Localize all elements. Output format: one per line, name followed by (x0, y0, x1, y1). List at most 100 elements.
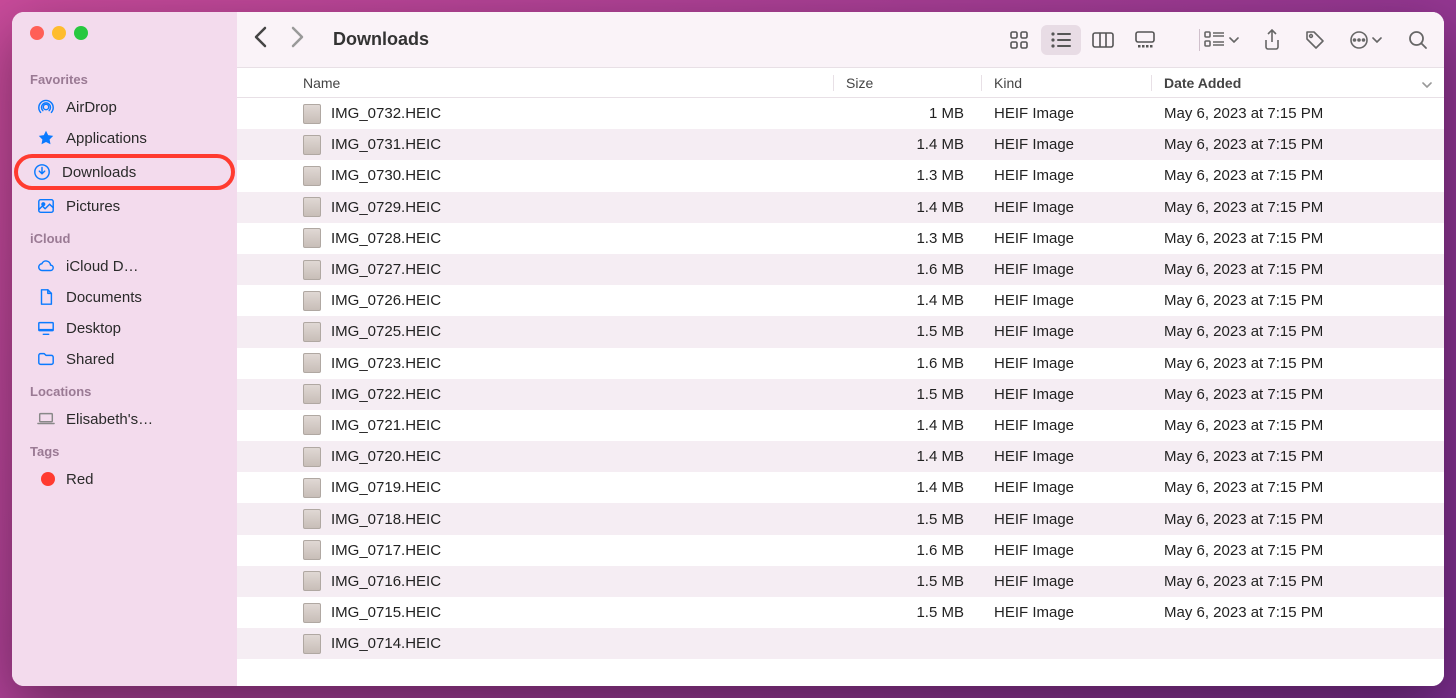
file-row[interactable]: IMG_0716.HEIC 1.5 MB HEIF Image May 6, 2… (237, 566, 1444, 597)
shared-icon (36, 349, 56, 369)
file-size: 1.4 MB (834, 292, 982, 309)
file-date: May 6, 2023 at 7:15 PM (1152, 355, 1444, 372)
sidebar-item-shared[interactable]: Shared (18, 344, 231, 374)
column-view-button[interactable] (1083, 25, 1123, 55)
file-name: IMG_0718.HEIC (331, 511, 441, 528)
file-size: 1.6 MB (834, 355, 982, 372)
window-controls (12, 26, 237, 62)
sidebar-section-title: Favorites (12, 68, 237, 91)
file-date: May 6, 2023 at 7:15 PM (1152, 511, 1444, 528)
file-row[interactable]: IMG_0722.HEIC 1.5 MB HEIF Image May 6, 2… (237, 379, 1444, 410)
file-thumbnail-icon (303, 415, 321, 435)
file-thumbnail-icon (303, 353, 321, 373)
file-size: 1.4 MB (834, 448, 982, 465)
file-thumbnail-icon (303, 540, 321, 560)
sidebar-item-icloudd[interactable]: iCloud D… (18, 251, 231, 281)
file-row[interactable]: IMG_0726.HEIC 1.4 MB HEIF Image May 6, 2… (237, 285, 1444, 316)
sidebar-item-label: AirDrop (66, 99, 117, 116)
search-button[interactable] (1408, 30, 1428, 50)
file-date: May 6, 2023 at 7:15 PM (1152, 167, 1444, 184)
minimize-button[interactable] (52, 26, 66, 40)
file-kind: HEIF Image (982, 355, 1152, 372)
file-row[interactable]: IMG_0732.HEIC 1 MB HEIF Image May 6, 202… (237, 98, 1444, 129)
toolbar: Downloads (237, 12, 1444, 68)
back-button[interactable] (253, 26, 267, 53)
file-thumbnail-icon (303, 197, 321, 217)
sidebar-item-desktop[interactable]: Desktop (18, 313, 231, 343)
file-size: 1.4 MB (834, 479, 982, 496)
file-kind: HEIF Image (982, 230, 1152, 247)
file-thumbnail-icon (303, 166, 321, 186)
file-row[interactable]: IMG_0715.HEIC 1.5 MB HEIF Image May 6, 2… (237, 597, 1444, 628)
file-date: May 6, 2023 at 7:15 PM (1152, 542, 1444, 559)
sidebar-item-red[interactable]: Red (18, 464, 231, 494)
file-row[interactable]: IMG_0727.HEIC 1.6 MB HEIF Image May 6, 2… (237, 254, 1444, 285)
icon-view-button[interactable] (999, 25, 1039, 55)
sidebar-item-label: iCloud D… (66, 258, 139, 275)
sidebar-item-applications[interactable]: Applications (18, 123, 231, 153)
file-size: 1.5 MB (834, 573, 982, 590)
sidebar-item-label: Pictures (66, 198, 120, 215)
file-size: 1 MB (834, 105, 982, 122)
file-date: May 6, 2023 at 7:15 PM (1152, 448, 1444, 465)
file-name: IMG_0721.HEIC (331, 417, 441, 434)
finder-window: FavoritesAirDropApplicationsDownloadsPic… (12, 12, 1444, 686)
file-row[interactable]: IMG_0719.HEIC 1.4 MB HEIF Image May 6, 2… (237, 472, 1444, 503)
file-row[interactable]: IMG_0717.HEIC 1.6 MB HEIF Image May 6, 2… (237, 535, 1444, 566)
file-size: 1.5 MB (834, 323, 982, 340)
file-date: May 6, 2023 at 7:15 PM (1152, 323, 1444, 340)
file-row[interactable]: IMG_0720.HEIC 1.4 MB HEIF Image May 6, 2… (237, 441, 1444, 472)
column-size[interactable]: Size (834, 75, 982, 91)
sidebar: Favorites AirDrop ApplicationsDownloads Pic… (12, 12, 237, 686)
sidebar-item-airdrop[interactable]: AirDrop (18, 92, 231, 122)
file-kind: HEIF Image (982, 511, 1152, 528)
gallery-view-button[interactable] (1125, 25, 1165, 55)
tag-button[interactable] (1305, 30, 1325, 50)
file-date: May 6, 2023 at 7:15 PM (1152, 261, 1444, 278)
sidebar-item-elisabeths[interactable]: Elisabeth's… (18, 404, 231, 434)
file-thumbnail-icon (303, 260, 321, 280)
file-row[interactable]: IMG_0718.HEIC 1.5 MB HEIF Image May 6, 2… (237, 503, 1444, 534)
file-row[interactable]: IMG_0725.HEIC 1.5 MB HEIF Image May 6, 2… (237, 316, 1444, 347)
list-view-button[interactable] (1041, 25, 1081, 55)
file-thumbnail-icon (303, 228, 321, 248)
sidebar-item-label: Shared (66, 351, 114, 368)
file-date: May 6, 2023 at 7:15 PM (1152, 479, 1444, 496)
share-button[interactable] (1263, 29, 1281, 51)
action-button[interactable] (1349, 30, 1382, 50)
file-row[interactable]: IMG_0721.HEIC 1.4 MB HEIF Image May 6, 2… (237, 410, 1444, 441)
file-thumbnail-icon (303, 384, 321, 404)
file-row[interactable]: IMG_0728.HEIC 1.3 MB HEIF Image May 6, 2… (237, 223, 1444, 254)
desktop-icon (36, 318, 56, 338)
airdrop-icon (36, 97, 56, 117)
column-name[interactable]: Name (293, 75, 834, 91)
group-button[interactable] (1204, 31, 1239, 49)
main-panel: Downloads (237, 12, 1444, 686)
file-row[interactable]: IMG_0729.HEIC 1.4 MB HEIF Image May 6, 2… (237, 192, 1444, 223)
column-date-label: Date Added (1164, 75, 1241, 91)
file-row[interactable]: IMG_0731.HEIC 1.4 MB HEIF Image May 6, 2… (237, 129, 1444, 160)
file-date: May 6, 2023 at 7:15 PM (1152, 386, 1444, 403)
sidebar-section-title: Locations (12, 380, 237, 403)
sidebar-item-pictures[interactable]: Pictures (18, 191, 231, 221)
sidebar-item-downloads[interactable]: Downloads (14, 154, 235, 190)
file-name: IMG_0726.HEIC (331, 292, 441, 309)
fullscreen-button[interactable] (74, 26, 88, 40)
file-date: May 6, 2023 at 7:15 PM (1152, 292, 1444, 309)
file-size: 1.4 MB (834, 199, 982, 216)
file-row[interactable]: IMG_0723.HEIC 1.6 MB HEIF Image May 6, 2… (237, 348, 1444, 379)
file-kind: HEIF Image (982, 573, 1152, 590)
close-button[interactable] (30, 26, 44, 40)
file-row[interactable]: IMG_0730.HEIC 1.3 MB HEIF Image May 6, 2… (237, 160, 1444, 191)
file-name: IMG_0720.HEIC (331, 448, 441, 465)
file-list[interactable]: IMG_0732.HEIC 1 MB HEIF Image May 6, 202… (237, 98, 1444, 686)
column-date[interactable]: Date Added (1152, 75, 1444, 91)
file-name: IMG_0723.HEIC (331, 355, 441, 372)
file-thumbnail-icon (303, 603, 321, 623)
sidebar-item-documents[interactable]: Documents (18, 282, 231, 312)
file-kind: HEIF Image (982, 323, 1152, 340)
column-kind[interactable]: Kind (982, 75, 1152, 91)
file-kind: HEIF Image (982, 292, 1152, 309)
file-row[interactable]: IMG_0714.HEIC (237, 628, 1444, 659)
forward-button[interactable] (291, 26, 305, 53)
